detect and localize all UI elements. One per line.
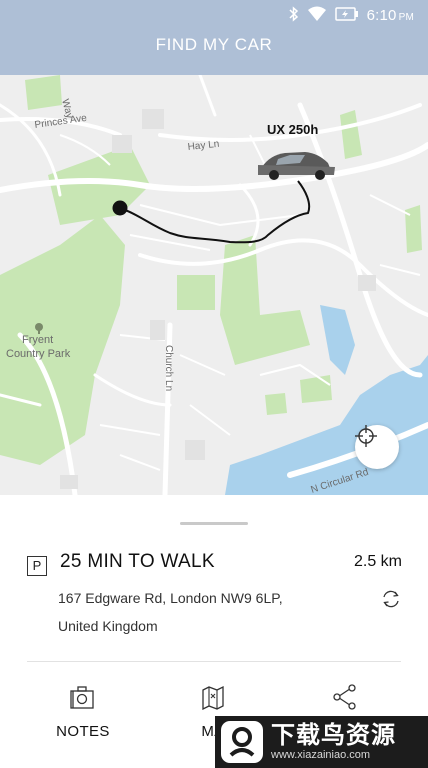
- crosshair-icon: [355, 425, 377, 447]
- park-area: [25, 75, 62, 110]
- status-bar: 6:10 PM: [289, 5, 414, 25]
- tab-notes-label: NOTES: [56, 723, 110, 740]
- address-line-1: 167 Edgware Rd, London NW9 6LP,: [58, 590, 283, 606]
- map-label-princes-ave: Princes Ave: [34, 113, 88, 131]
- address-line-2: United Kingdom: [58, 618, 158, 634]
- clock: 6:10 PM: [367, 7, 414, 24]
- car-marker: [258, 152, 335, 180]
- map-icon: [168, 683, 258, 711]
- sheet-drag-handle[interactable]: [180, 522, 248, 525]
- map-label-church-ln: Church Ln: [163, 345, 174, 391]
- park-area: [177, 275, 215, 310]
- map-label-fryent: Fryent: [22, 334, 53, 346]
- battery-charging-icon: [334, 6, 359, 24]
- watermark-url: www.xiazainiao.com: [271, 749, 371, 761]
- map-label-country-park: Country Park: [6, 348, 71, 360]
- park-area: [265, 393, 287, 415]
- watermark-logo: [221, 721, 263, 763]
- ampm-text: PM: [398, 11, 414, 23]
- walk-time: 25 MIN TO WALK: [60, 551, 215, 572]
- tab-notes[interactable]: NOTES: [38, 683, 128, 740]
- park-area: [300, 375, 332, 403]
- park-area: [405, 205, 422, 253]
- locate-me-button[interactable]: [355, 425, 399, 469]
- watermark-text: 下载鸟资源: [271, 722, 396, 749]
- share-icon: [300, 683, 390, 711]
- current-location-dot: [112, 200, 128, 216]
- refresh-icon: [383, 590, 399, 608]
- wifi-icon: [307, 6, 327, 25]
- watermark-banner: 下载鸟资源 www.xiazainiao.com: [215, 716, 428, 768]
- park-area: [220, 235, 310, 365]
- distance-value: 2.5 km: [353, 553, 402, 570]
- bluetooth-icon: [289, 5, 299, 25]
- app-bar: 6:10 PM FIND MY CAR: [0, 0, 428, 75]
- map-label-hay-ln: Hay Ln: [187, 139, 220, 153]
- notes-camera-icon: [38, 683, 128, 711]
- car-model-label: UX 250h: [267, 122, 319, 137]
- parking-badge: P: [27, 556, 47, 576]
- reservoir: [320, 305, 355, 375]
- time-text: 6:10: [366, 6, 397, 24]
- page-title: FIND MY CAR: [155, 35, 273, 54]
- map-view[interactable]: Princes Ave Hay Ln Way Fryent Country Pa…: [0, 75, 428, 495]
- refresh-location-button[interactable]: [380, 588, 402, 610]
- section-divider: [27, 661, 401, 662]
- park-area: [340, 110, 362, 159]
